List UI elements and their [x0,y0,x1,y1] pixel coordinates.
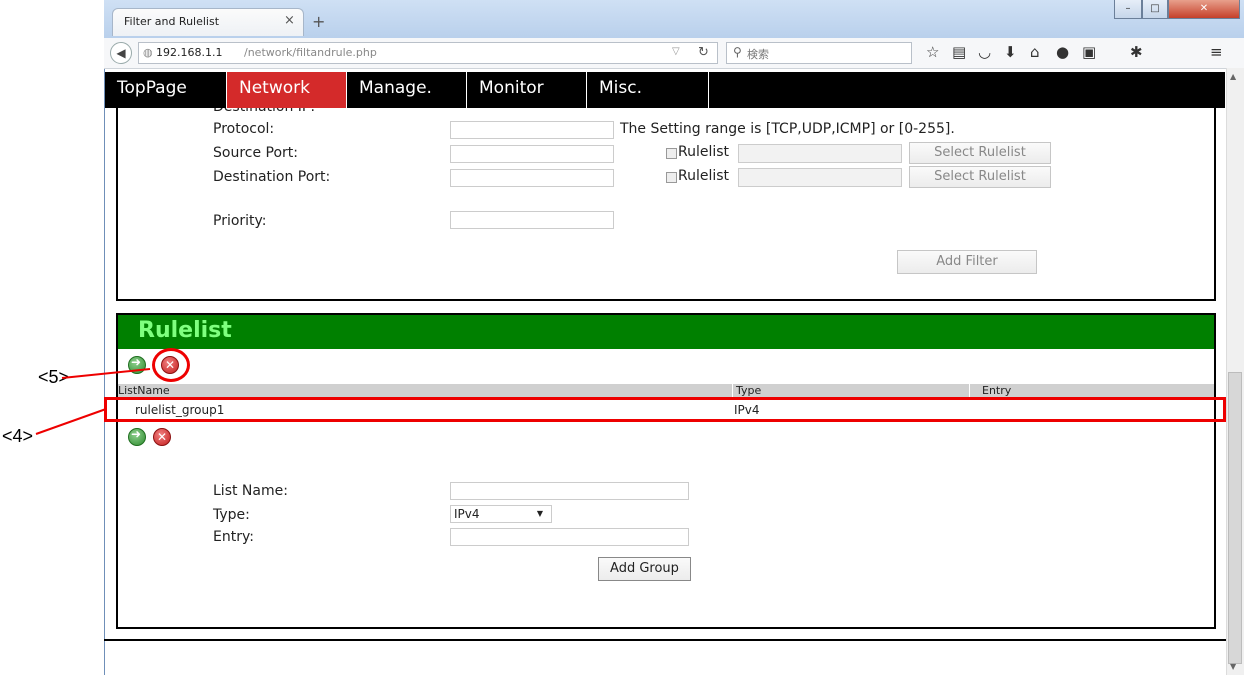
annotation-arrow-5 [61,368,151,379]
annotation-arrow-4 [35,408,107,435]
annotation-arrows [35,368,151,435]
